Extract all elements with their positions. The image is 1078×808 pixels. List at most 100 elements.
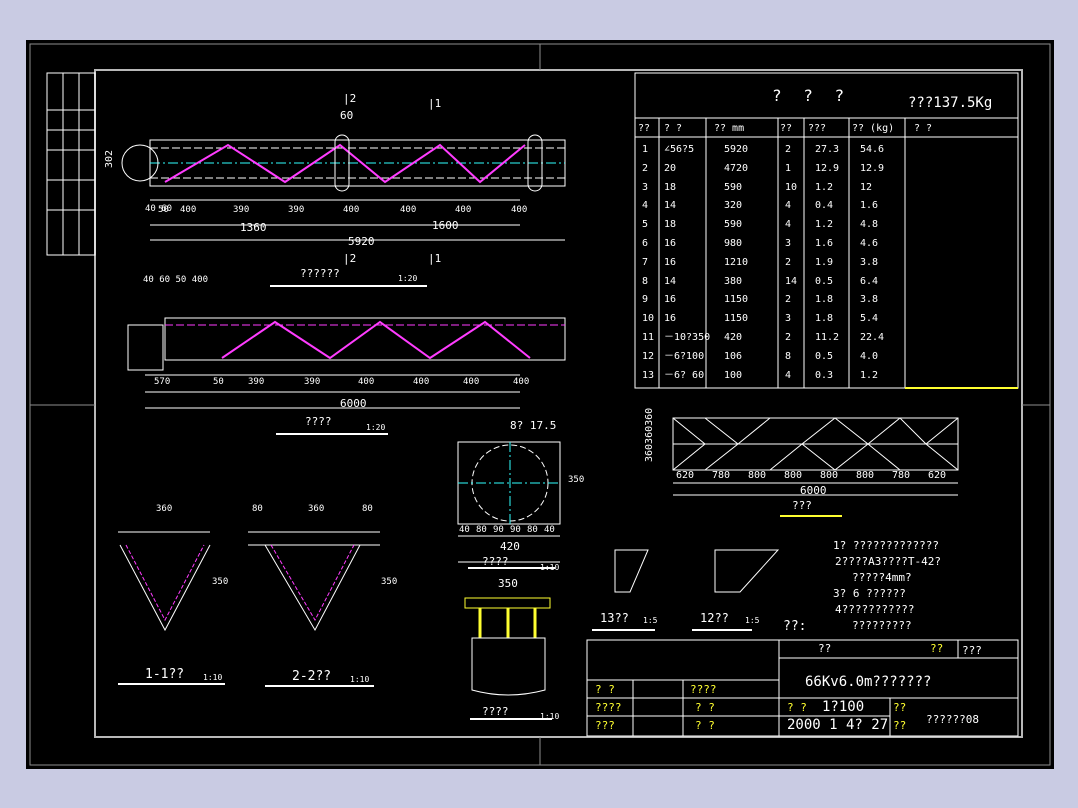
- front-view-scale: 1:20: [398, 274, 418, 283]
- table-cell: 22.4: [860, 332, 885, 343]
- title-row2-a: ????: [595, 701, 622, 714]
- table-header-cell: ???: [808, 123, 827, 134]
- table-cell: 5920: [724, 144, 749, 155]
- plate-bolt-label: 8? 17.5: [510, 419, 557, 432]
- front-view-caption: ??????: [300, 267, 340, 280]
- table-cell: 0.4: [815, 200, 834, 212]
- side-top-dims: 40 60 50 400: [143, 275, 209, 285]
- plan-dim: 800: [784, 470, 803, 481]
- table-cell: 6: [642, 238, 649, 249]
- plan-dim: 800: [748, 470, 767, 481]
- table-cell: 12: [860, 181, 873, 193]
- table-cell: 380: [724, 275, 743, 287]
- plate-dim: 90: [493, 525, 504, 535]
- side-view-scale: 1:20: [366, 423, 386, 432]
- table-cell: 27.3: [815, 144, 840, 155]
- table-header-cell: ??: [780, 123, 793, 134]
- note-line: 3? 6 ??????: [833, 587, 906, 600]
- table-cell: 14: [664, 200, 677, 212]
- front-dim: 400: [455, 205, 472, 215]
- plan-dim: 800: [856, 470, 875, 481]
- table-cell: 54.6: [860, 144, 885, 155]
- plan-height-label: 360360360: [644, 408, 655, 462]
- table-cell: 320: [724, 200, 743, 212]
- side-caption-underline: [276, 433, 388, 435]
- front-sub-dim-1: 1360: [240, 221, 267, 234]
- table-cell: 6.4: [860, 275, 879, 287]
- table-cell: －6? 60: [664, 369, 705, 381]
- section-1-scale: 1:10: [203, 673, 223, 682]
- title-date: 2000 1 4? 27: [787, 717, 889, 733]
- table-cell: 16: [664, 294, 677, 306]
- title-row3-b: ? ?: [695, 719, 715, 732]
- notes-label: ??:: [783, 619, 807, 634]
- table-cell: 100: [724, 369, 743, 381]
- title-sheet-label: ???: [962, 644, 982, 657]
- plate-width: 420: [500, 540, 520, 553]
- side-dim: 400: [413, 377, 430, 387]
- bracket-12-scale: 1:5: [745, 616, 760, 625]
- side-dim: 390: [248, 377, 265, 387]
- section-1-height: 350: [212, 577, 229, 587]
- title-row3-d: ??: [893, 719, 907, 732]
- section-2-scale: 1:10: [350, 675, 370, 684]
- drawing-sheet: [26, 40, 1054, 769]
- table-cell: 980: [724, 238, 743, 249]
- table-cell: 8: [785, 350, 792, 362]
- table-cell: 4: [785, 219, 792, 231]
- front-dim: 390: [288, 205, 305, 215]
- plan-dim: 620: [928, 470, 947, 481]
- table-title: ? ? ?: [772, 86, 851, 105]
- section-2-height: 350: [381, 577, 398, 587]
- table-cell: 1.9: [815, 256, 834, 268]
- bracket-13-caption: 13??: [600, 611, 629, 625]
- table-cell: 5.4: [860, 313, 879, 325]
- section-1-caption: 1-1??: [145, 667, 185, 682]
- front-total-dim: 5920: [348, 235, 375, 248]
- title-scale: 1?100: [822, 699, 865, 715]
- section-mark-2-bottom: |2: [343, 252, 357, 265]
- table-cell: 13: [642, 369, 655, 381]
- table-cell: 16: [664, 313, 677, 325]
- table-cell: 2: [785, 294, 792, 306]
- table-cell: 1.2: [860, 369, 879, 381]
- table-cell: 18: [664, 219, 677, 231]
- table-cell: 2: [785, 256, 792, 268]
- table-cell: 2: [642, 162, 649, 174]
- table-header-cell: ??: [638, 123, 651, 134]
- front-dim: 400: [400, 205, 417, 215]
- plan-total-dim: 6000: [800, 484, 827, 497]
- side-dim: 570: [154, 377, 171, 387]
- side-dim: 400: [463, 377, 480, 387]
- table-cell: 1.8: [815, 294, 834, 306]
- table-cell: －6?100: [664, 350, 705, 362]
- table-cell: 1150: [724, 313, 749, 325]
- title-row2-e: ??: [893, 701, 907, 714]
- title-row1-b: ????: [690, 683, 717, 696]
- bracket-13-scale: 1:5: [643, 616, 658, 625]
- title-row2-b: ? ?: [695, 701, 715, 714]
- front-dim: 50: [158, 205, 169, 215]
- table-cell: 1: [785, 162, 792, 174]
- table-cell: ∠56?5: [664, 144, 695, 155]
- table-cell: 7: [642, 256, 649, 268]
- title-drawing-no: ??????08: [926, 713, 979, 726]
- title-row1-a: ? ?: [595, 683, 615, 696]
- plate-dim: 80: [527, 525, 538, 535]
- plan-dim: 780: [712, 470, 731, 481]
- front-caption-underline: [270, 285, 427, 287]
- table-cell: 2: [785, 332, 792, 343]
- table-cell: 1.6: [860, 200, 879, 212]
- column-scale: 1:10: [540, 712, 560, 721]
- section-mark-1-bottom: |1: [428, 252, 442, 265]
- table-cell: 4720: [724, 162, 749, 174]
- section-mark-1-top: |1: [428, 97, 442, 110]
- front-dim: 400: [511, 205, 528, 215]
- table-cell: －10?350: [664, 332, 711, 343]
- table-cell: 4.8: [860, 219, 879, 231]
- note-line: 2????A3????T-42?: [835, 555, 941, 568]
- plan-view-caption: ???: [792, 499, 812, 512]
- section-mark-2-top: |2: [343, 92, 357, 105]
- side-total-dim: 6000: [340, 397, 367, 410]
- section-2-width: 360: [308, 504, 325, 514]
